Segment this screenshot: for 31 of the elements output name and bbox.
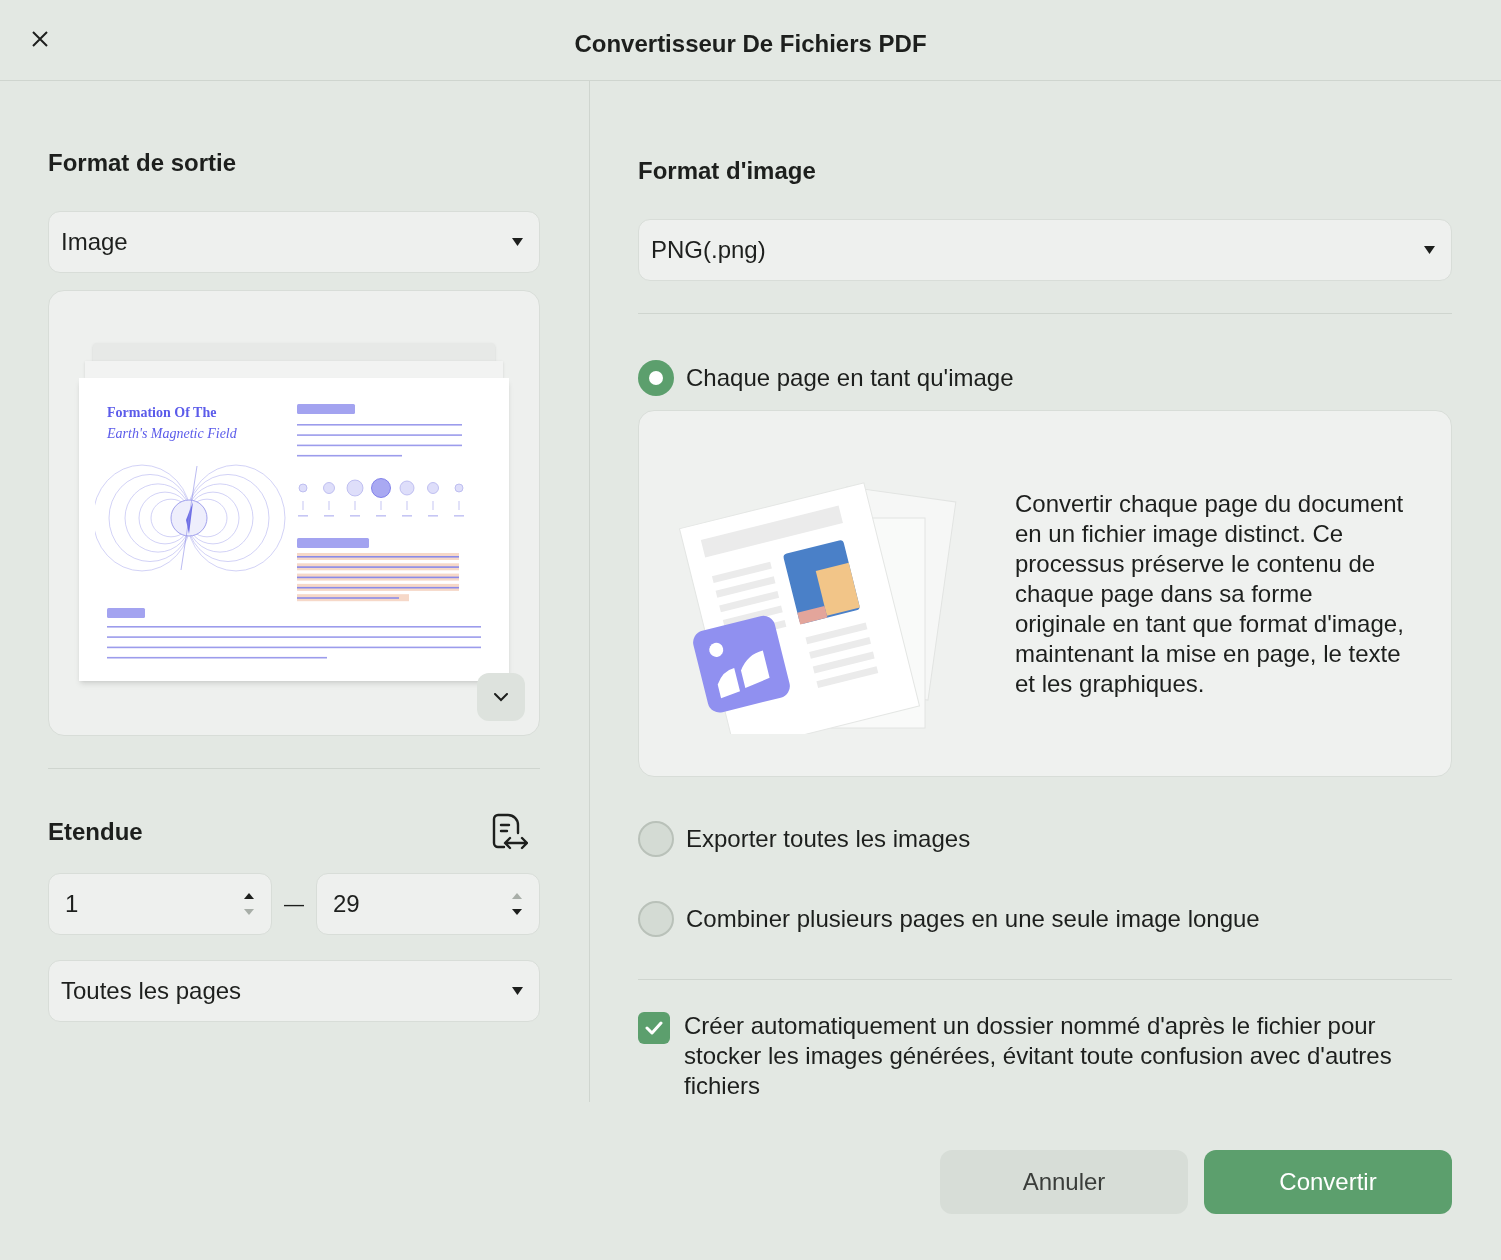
section-heading: Etendue — [48, 817, 143, 847]
check-icon — [645, 1021, 663, 1035]
checkbox[interactable] — [638, 1012, 670, 1044]
radio-label[interactable]: Combiner plusieurs pages en une seule image longue — [686, 901, 1260, 937]
window-title: Convertisseur De Fichiers PDF — [574, 29, 927, 59]
radio-button[interactable] — [638, 821, 674, 857]
number-field[interactable]: 1 — [48, 873, 272, 935]
radio-label[interactable]: Exporter toutes les images — [686, 821, 971, 857]
image-format-dropdown[interactable]: PNG(.png) — [638, 219, 1452, 281]
pages-dropdown[interactable]: Toutes les pages — [48, 960, 540, 1022]
cancel-button[interactable]: Annuler — [940, 1150, 1188, 1214]
radio-button[interactable] — [638, 360, 674, 396]
document-subtitle: Earth's Magnetic Field — [107, 425, 238, 443]
number-field[interactable]: 29 — [316, 873, 540, 935]
increment-arrow-icon[interactable] — [243, 892, 255, 900]
decrement-arrow-icon[interactable] — [511, 908, 523, 916]
document-swap-icon[interactable] — [492, 813, 528, 851]
document-title: Formation Of The — [107, 404, 218, 422]
checkbox-label[interactable]: Créer automatiquement un dossier nommé d'après le fichier pour stocker les images générées, évitant toute confusion avec d'autres fichiers — [684, 1011, 1452, 1101]
section-heading: Format de sortie — [48, 148, 238, 178]
output-format-dropdown[interactable]: Image — [48, 211, 540, 273]
dropdown-caret-icon — [1424, 245, 1435, 255]
dropdown-caret-icon — [512, 237, 523, 247]
option-description: Convertir chaque page du document en un fichier image distinct. Ce processus préserve le contenu de chaque page dans sa forme originale en tant que format d'image, maintenant la mise en page, le texte et les graphiques. — [1015, 488, 1405, 699]
chevron-down-icon — [494, 692, 508, 702]
radio-label[interactable]: Chaque page en tant qu'image — [686, 360, 1014, 396]
section-heading: Format d'image — [638, 156, 817, 186]
radio-button[interactable] — [638, 901, 674, 937]
dropdown-caret-icon — [512, 986, 523, 996]
range-separator: — — [284, 892, 304, 917]
close-icon — [32, 31, 48, 47]
